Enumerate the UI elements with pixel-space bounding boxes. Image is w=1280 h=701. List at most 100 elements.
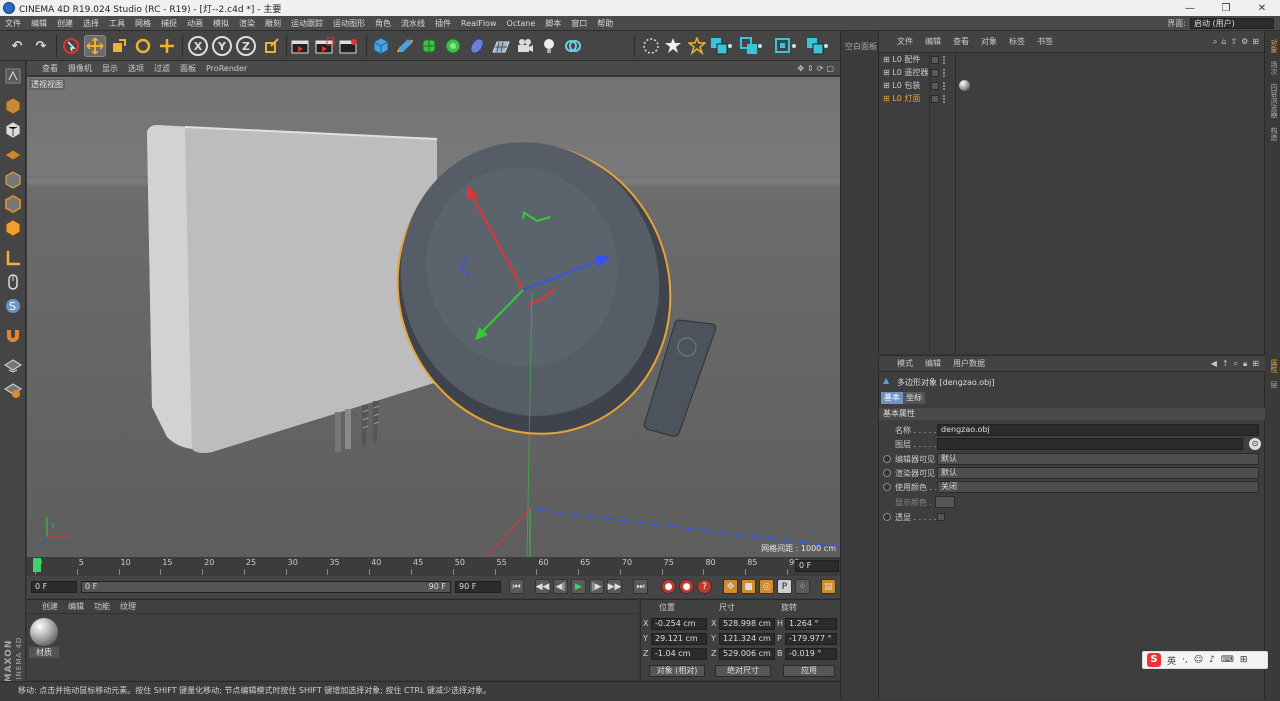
polygons-mode-icon[interactable] <box>686 35 708 57</box>
maximize-button[interactable]: ❐ <box>1208 3 1244 14</box>
viewport-menu-cameras[interactable]: 摄像机 <box>63 63 97 74</box>
viewport-scene[interactable] <box>27 77 840 557</box>
object-row-selected[interactable]: ⊞ L0 灯面 <box>879 92 1265 105</box>
tab-coordinates[interactable]: 坐标 <box>903 392 925 404</box>
menu-script[interactable]: 脚本 <box>540 18 566 29</box>
object-row[interactable]: ⊞ L0 配件 <box>879 53 1265 66</box>
scale-tool-icon[interactable] <box>108 35 130 57</box>
material-menu-edit[interactable]: 编辑 <box>63 601 89 612</box>
ime-mic-icon[interactable]: ♪ <box>1209 655 1215 665</box>
tab-layers[interactable]: 层 <box>1267 381 1279 388</box>
object-row[interactable]: ⊞ L0 包装 <box>879 79 1265 92</box>
autokey-icon[interactable]: ● <box>679 579 694 594</box>
tab-attributes[interactable]: 属性 <box>1267 359 1279 373</box>
attr-use-color-dropdown[interactable]: 关闭 <box>937 481 1259 493</box>
am-new-window-icon[interactable]: ⊞ <box>1252 359 1259 369</box>
ime-punct-icon[interactable]: ·, <box>1182 655 1188 665</box>
viewport-menu-options[interactable]: 选项 <box>123 63 149 74</box>
axis-tool-icon[interactable] <box>2 247 24 269</box>
minimize-button[interactable]: — <box>1172 3 1208 14</box>
viewport-zoom-icon[interactable]: ⇕ <box>807 64 814 73</box>
material-swatch[interactable]: 材质 <box>29 617 59 659</box>
record-parameter-icon[interactable]: P <box>777 579 792 594</box>
animate-radio[interactable] <box>883 513 891 521</box>
menu-help[interactable]: 帮助 <box>592 18 618 29</box>
position-y-field[interactable]: 29.121 cm <box>651 633 707 645</box>
tweak-tool-icon[interactable] <box>2 271 24 293</box>
play-button[interactable]: ▶ <box>571 579 586 594</box>
object-visibility-toggle[interactable] <box>931 94 939 103</box>
pen-spline-icon[interactable] <box>394 35 416 57</box>
menu-mograph[interactable]: 运动图形 <box>328 18 370 29</box>
workplane-mode-icon[interactable] <box>774 35 796 57</box>
menu-plugins[interactable]: 插件 <box>430 18 456 29</box>
coordinate-system-icon[interactable] <box>260 35 282 57</box>
previous-key-button[interactable]: ◀◀ <box>535 579 550 594</box>
viewport-maximize-icon[interactable]: ▢ <box>826 64 834 73</box>
menu-simulate[interactable]: 模拟 <box>208 18 234 29</box>
am-menu-edit[interactable]: 编辑 <box>919 358 947 369</box>
attr-layer-input[interactable] <box>937 438 1243 450</box>
object-render-dots[interactable] <box>943 68 946 77</box>
menu-render[interactable]: 渲染 <box>234 18 260 29</box>
viewport-menu-panel[interactable]: 面板 <box>175 63 201 74</box>
edges-mode-icon[interactable] <box>662 35 684 57</box>
end-frame-field[interactable]: 90 F <box>455 581 501 593</box>
recent-tool-icon[interactable] <box>156 35 178 57</box>
redo-button[interactable]: ↷ <box>30 35 52 57</box>
ime-emoji-icon[interactable]: ☺ <box>1194 655 1203 665</box>
om-new-window-icon[interactable]: ⊞ <box>1252 37 1259 47</box>
perspective-viewport[interactable]: Y X Z 透视视图 网格间距 : 1000 cm <box>27 77 840 557</box>
viewport-pan-icon[interactable]: ✥ <box>797 64 804 73</box>
viewport-menu-prorender[interactable]: ProRender <box>201 64 252 73</box>
material-icon[interactable] <box>562 35 584 57</box>
am-search-icon[interactable]: ⌕ <box>1234 359 1238 369</box>
attr-editor-visible-dropdown[interactable]: 默认 <box>937 453 1259 465</box>
menu-tools[interactable]: 工具 <box>104 18 130 29</box>
next-key-button[interactable]: ▶▶ <box>607 579 622 594</box>
workplane-lock-icon[interactable] <box>2 355 24 377</box>
rotation-b-field[interactable]: -0.019 ° <box>785 648 837 660</box>
tab-content-browser[interactable]: 内容浏览器 <box>1267 83 1279 118</box>
record-scale-icon[interactable]: ■ <box>741 579 756 594</box>
enable-axis-icon[interactable] <box>806 35 828 57</box>
menu-edit[interactable]: 编辑 <box>26 18 52 29</box>
render-region-icon[interactable] <box>314 35 336 57</box>
om-search-icon[interactable]: ⌕ <box>1213 37 1217 47</box>
om-menu-edit[interactable]: 编辑 <box>919 36 947 47</box>
menu-motion-tracking[interactable]: 运动跟踪 <box>286 18 328 29</box>
record-rotation-icon[interactable]: ◎ <box>759 579 774 594</box>
animate-radio[interactable] <box>883 483 891 491</box>
coordinate-mode-dropdown[interactable]: 对象 (相对) <box>649 665 705 677</box>
object-visibility-toggle[interactable] <box>931 55 939 64</box>
viewport-menu-view[interactable]: 查看 <box>37 63 63 74</box>
size-x-field[interactable]: 528.998 cm <box>719 618 775 630</box>
timeline-window-icon[interactable]: ▤ <box>821 579 836 594</box>
close-button[interactable]: ✕ <box>1244 3 1280 14</box>
viewport-menu-display[interactable]: 显示 <box>97 63 123 74</box>
am-menu-user-data[interactable]: 用户数据 <box>947 358 991 369</box>
material-menu-create[interactable]: 创建 <box>37 601 63 612</box>
menu-create[interactable]: 创建 <box>52 18 78 29</box>
am-up-icon[interactable]: ↑ <box>1222 359 1229 369</box>
display-color-swatch[interactable] <box>935 496 955 508</box>
floor-environment-icon[interactable] <box>490 35 512 57</box>
animate-radio[interactable] <box>883 469 891 477</box>
menu-pipeline[interactable]: 流水线 <box>396 18 430 29</box>
viewport-rotate-icon[interactable]: ⟳ <box>817 64 824 73</box>
point-level-animation-icon[interactable]: ⁘ <box>795 579 810 594</box>
layout-select[interactable]: 启动 (用户) <box>1190 17 1274 29</box>
rotation-h-field[interactable]: 1.264 ° <box>785 618 837 630</box>
menu-character[interactable]: 角色 <box>370 18 396 29</box>
x-axis-lock-button[interactable]: X <box>188 36 208 56</box>
move-tool-icon[interactable] <box>84 35 106 57</box>
object-visibility-toggle[interactable] <box>931 81 939 90</box>
timeline-ruler[interactable]: 051015202530354045505560657075808590 0 F <box>27 557 840 575</box>
ime-toolbar[interactable]: S 英 ·, ☺ ♪ ⌨ ⊞ <box>1142 651 1268 669</box>
model-tool-icon[interactable] <box>2 95 24 117</box>
menu-realflow[interactable]: RealFlow <box>456 19 502 28</box>
rotate-tool-icon[interactable] <box>132 35 154 57</box>
object-visibility-toggle[interactable] <box>931 68 939 77</box>
live-selection-icon[interactable] <box>60 35 82 57</box>
timeline-playhead[interactable] <box>33 558 41 572</box>
